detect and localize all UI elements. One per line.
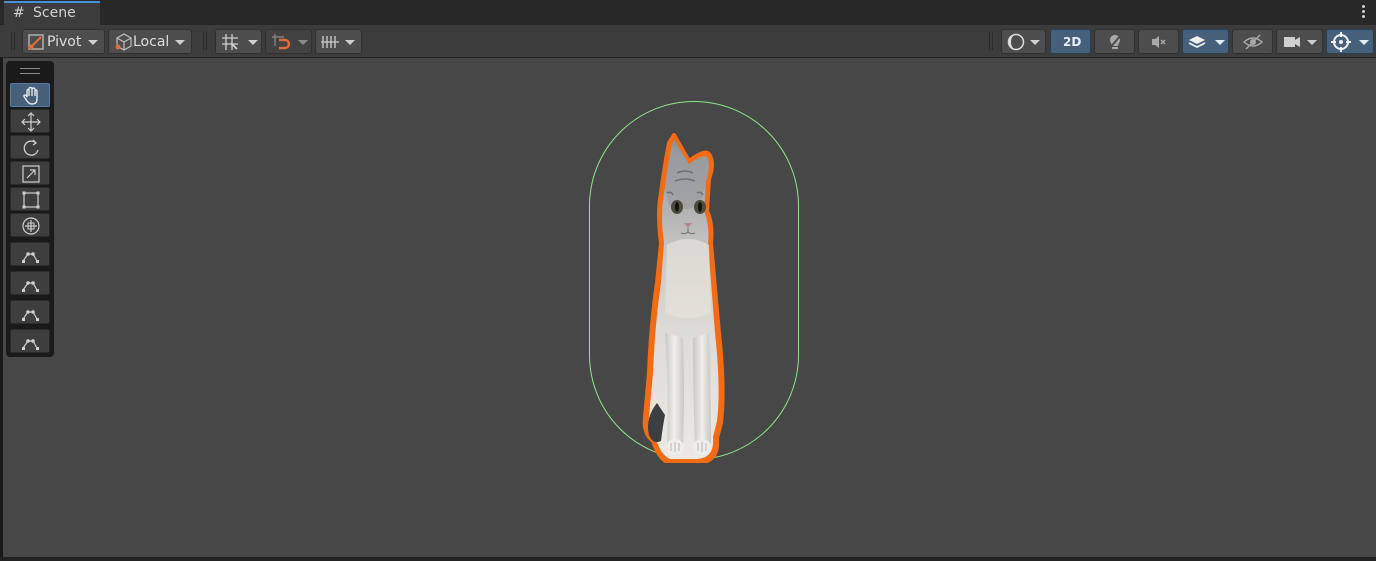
cat-sprite[interactable]	[639, 133, 749, 463]
scale-tool-button[interactable]	[10, 161, 50, 185]
spline-icon	[22, 252, 39, 263]
gizmos-dropdown[interactable]	[1326, 29, 1374, 54]
custom-tool-1-button[interactable]	[10, 242, 50, 266]
toolbar-grip[interactable]	[203, 32, 207, 50]
spline-icon	[22, 310, 39, 321]
eye-hidden-icon	[1242, 34, 1264, 50]
hand-icon	[23, 86, 38, 105]
effects-dropdown[interactable]	[1182, 29, 1229, 54]
speaker-mute-icon	[1152, 36, 1166, 48]
rotate-icon	[23, 139, 39, 156]
pivot-icon	[28, 34, 44, 50]
pivot-label: Pivot	[47, 34, 82, 50]
spline-icon	[22, 339, 39, 350]
draw-mode-dropdown[interactable]	[1001, 29, 1046, 54]
magnet-snap-icon	[272, 34, 290, 50]
toolbar-grip[interactable]	[11, 32, 15, 50]
grid-snap-icon	[222, 34, 238, 50]
tab-scene[interactable]: # Scene	[4, 1, 100, 25]
space-label: Local	[133, 34, 170, 50]
rotate-tool-button[interactable]	[10, 135, 50, 159]
custom-tool-4-button[interactable]	[10, 329, 50, 353]
shading-sphere-icon	[1007, 33, 1025, 51]
camera-dropdown[interactable]	[1276, 29, 1323, 54]
local-cube-icon	[115, 33, 132, 51]
chevron-down-icon	[1359, 40, 1369, 45]
chevron-down-icon	[88, 40, 98, 45]
chevron-down-icon	[1215, 40, 1225, 45]
tool-palette	[6, 61, 54, 357]
chevron-down-icon	[1030, 40, 1040, 45]
toolbar-grip[interactable]	[989, 32, 993, 50]
chevron-down-icon	[1307, 40, 1317, 45]
scale-icon	[22, 165, 40, 183]
scene-toolbar: Pivot Local 2D	[0, 25, 1376, 58]
move-tool-button[interactable]	[10, 109, 50, 133]
chevron-down-icon	[345, 40, 355, 45]
layers-effects-icon	[1188, 36, 1206, 49]
custom-tool-3-button[interactable]	[10, 300, 50, 324]
transform-icon	[22, 217, 40, 235]
chevron-down-icon	[175, 40, 185, 45]
lighting-toggle[interactable]	[1094, 29, 1135, 54]
tab-bar: # Scene	[0, 0, 1376, 26]
more-options-icon[interactable]	[1360, 4, 1366, 20]
window-bottom-border	[0, 557, 1376, 561]
move-arrows-icon	[21, 112, 41, 132]
ruler-dropdown[interactable]	[315, 29, 362, 54]
scene-grid-icon: #	[13, 5, 25, 21]
chevron-down-icon	[298, 40, 308, 45]
scene-window: # Scene Pivot Local 2D	[0, 0, 1376, 561]
grid-snapping-dropdown[interactable]	[215, 29, 262, 54]
tab-scene-label: Scene	[33, 5, 76, 21]
gizmo-crosshair-icon	[1331, 32, 1351, 52]
incremental-snap-dropdown[interactable]	[265, 29, 312, 54]
palette-drag-handle[interactable]	[20, 68, 40, 74]
ruler-icon	[321, 36, 339, 48]
pivot-dropdown[interactable]: Pivot	[22, 29, 105, 54]
audio-toggle[interactable]	[1138, 29, 1179, 54]
rect-tool-button[interactable]	[10, 187, 50, 211]
hidden-objects-toggle[interactable]	[1232, 29, 1273, 54]
space-dropdown[interactable]: Local	[108, 29, 192, 54]
lightbulb-off-icon	[1108, 34, 1122, 50]
rect-transform-icon	[22, 191, 40, 209]
custom-tool-2-button[interactable]	[10, 271, 50, 295]
2d-mode-label: 2D	[1063, 35, 1082, 49]
transform-tool-button[interactable]	[10, 213, 50, 237]
chevron-down-icon	[248, 40, 258, 45]
scene-viewport[interactable]	[3, 58, 1376, 557]
2d-mode-toggle[interactable]: 2D	[1050, 29, 1091, 54]
camera-icon	[1284, 37, 1300, 47]
hand-tool-button[interactable]	[10, 83, 50, 107]
spline-icon	[22, 281, 39, 292]
